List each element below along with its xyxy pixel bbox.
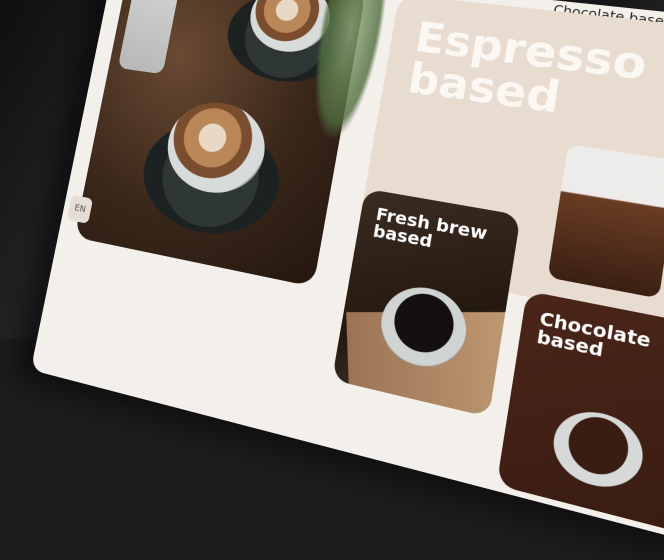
chocolate-cup-image [548, 403, 648, 497]
chocolate-card-title: Chocolate based [535, 307, 653, 362]
water-glass-image [117, 0, 183, 75]
category-card-chocolate[interactable]: Chocolate based [496, 290, 664, 535]
kiosk-screen: Chocolate based Ot EN Espresso based Fre… [30, 0, 664, 560]
espresso-glass-image [547, 144, 664, 299]
espresso-card-title: Espresso based [404, 13, 651, 124]
category-card-fresh-brew[interactable]: Fresh brew based [331, 188, 521, 418]
fresh-brew-card-title: Fresh brew based [371, 203, 489, 252]
